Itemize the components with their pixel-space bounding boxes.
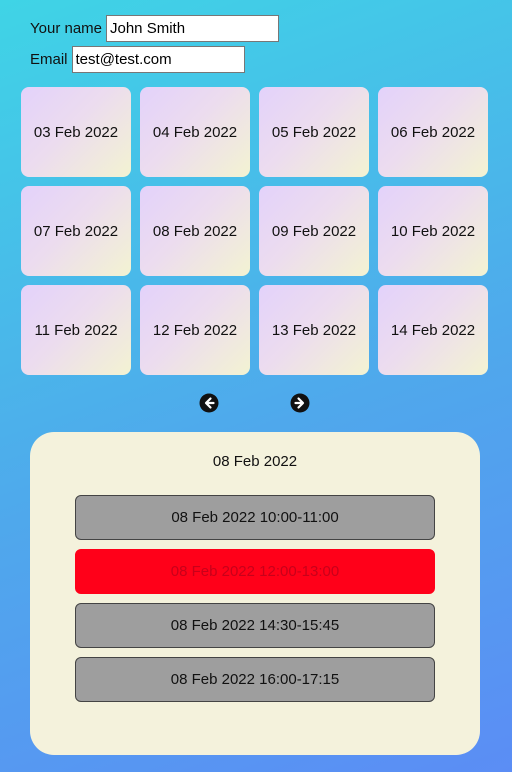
date-card[interactable]: 03 Feb 2022 [21, 87, 131, 177]
arrow-left-circle-icon[interactable] [199, 393, 219, 413]
name-input[interactable] [106, 15, 279, 42]
date-card[interactable]: 08 Feb 2022 [140, 186, 250, 276]
name-label: Your name [30, 20, 102, 37]
time-slot-panel: 08 Feb 2022 08 Feb 2022 10:00-11:00 08 F… [30, 432, 480, 755]
time-slot-button[interactable]: 08 Feb 2022 16:00-17:15 [75, 657, 435, 702]
time-slot-button[interactable]: 08 Feb 2022 10:00-11:00 [75, 495, 435, 540]
date-card[interactable]: 06 Feb 2022 [378, 87, 488, 177]
name-row: Your name [30, 15, 279, 42]
email-row: Email [30, 46, 245, 73]
date-card[interactable]: 11 Feb 2022 [21, 285, 131, 375]
email-input[interactable] [71, 46, 245, 73]
date-grid: 03 Feb 2022 04 Feb 2022 05 Feb 2022 06 F… [21, 87, 488, 375]
date-card[interactable]: 07 Feb 2022 [21, 186, 131, 276]
time-slot-button-booked[interactable]: 08 Feb 2022 12:00-13:00 [75, 549, 435, 594]
email-label: Email [30, 51, 68, 68]
time-slot-list: 08 Feb 2022 10:00-11:00 08 Feb 2022 12:0… [75, 495, 435, 711]
date-card[interactable]: 05 Feb 2022 [259, 87, 369, 177]
date-card[interactable]: 14 Feb 2022 [378, 285, 488, 375]
date-navigation [0, 393, 512, 413]
date-card[interactable]: 12 Feb 2022 [140, 285, 250, 375]
date-card[interactable]: 04 Feb 2022 [140, 87, 250, 177]
date-card[interactable]: 09 Feb 2022 [259, 186, 369, 276]
time-slot-button[interactable]: 08 Feb 2022 14:30-15:45 [75, 603, 435, 648]
date-card[interactable]: 10 Feb 2022 [378, 186, 488, 276]
date-card[interactable]: 13 Feb 2022 [259, 285, 369, 375]
selected-date-title: 08 Feb 2022 [212, 453, 298, 470]
arrow-right-circle-icon[interactable] [290, 393, 310, 413]
